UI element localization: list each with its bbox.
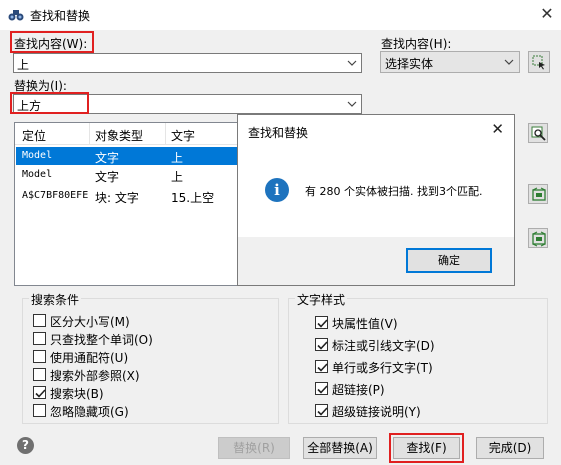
search-conditions-group: 搜索条件 区分大小写(M) 只查找整个单词(O) 使用通配符(U) 搜索外部参照… [22,291,279,424]
checkbox[interactable] [315,316,328,329]
checkbox-label: 标注或引线文字(D) [332,339,435,353]
checkbox-label: 忽略隐藏项(G) [50,405,129,419]
text-types-title: 文字样式 [295,291,348,308]
window-title: 查找和替换 [30,9,91,23]
replace-button[interactable]: 替换(R) [218,437,290,459]
column-divider [89,123,90,145]
create-selection-set-all-button[interactable] [528,228,548,248]
checkbox-label: 超链接(P) [332,383,385,397]
checkbox[interactable] [33,404,46,417]
chevron-down-icon[interactable] [346,57,358,69]
find-value: 上 [17,58,30,72]
checkbox[interactable] [315,382,328,395]
check-icon [317,407,328,416]
checkbox[interactable] [315,338,328,351]
message-text: 有 280 个实体被扫描. 找到3个匹配. [305,185,483,198]
row-type: 文字 [95,170,120,184]
row-text: 上 [171,170,184,184]
zoom-icon [531,126,546,141]
scope-value: 选择实体 [385,57,434,71]
row-location: A$C7BF80EFE [22,190,89,201]
scope-select[interactable]: 选择实体 [380,51,520,73]
message-dialog-title: 查找和替换 [248,126,309,140]
checkbox-label: 超级链接说明(Y) [332,405,421,419]
message-dialog-body: i 有 280 个实体被扫描. 找到3个匹配. [238,151,514,237]
checkbox[interactable] [33,314,46,327]
row-type: 块: 文字 [95,191,139,205]
text-types-group: 文字样式 块属性值(V) 标注或引线文字(D) 单行或多行文字(T) 超链接(P… [288,291,548,424]
row-location: Model [22,169,53,180]
row-text: 上 [171,151,184,165]
select-objects-icon [532,55,545,70]
zoom-to-button[interactable] [528,123,548,143]
select-objects-button[interactable] [528,51,550,73]
search-conditions-title: 搜索条件 [29,291,82,308]
check-icon [317,385,328,394]
checkbox[interactable] [33,350,46,363]
replace-value-highlight [10,92,89,114]
results-header: 定位 对象类型 文字 [15,123,239,145]
column-divider [165,123,166,145]
table-row[interactable]: A$C7BF80EFE 块: 文字 15.上空 [16,187,238,205]
row-location: Model [22,150,53,161]
row-type: 文字 [95,151,120,165]
table-row[interactable]: Model 文字 上 [16,147,238,165]
check-icon [317,319,328,328]
close-icon[interactable]: ✕ [491,120,504,138]
info-icon: i [265,178,289,202]
checkbox-label: 搜索外部参照(X) [50,369,140,383]
check-icon [317,341,328,350]
app-icon [8,10,24,21]
find-input[interactable]: 上 [13,53,362,73]
message-dialog: 查找和替换 ✕ i 有 280 个实体被扫描. 找到3个匹配. 确定 [237,114,515,286]
checkbox-label: 只查找整个单词(O) [50,333,153,347]
title-bar: 查找和替换 ✕ [0,0,561,30]
checkbox-label: 块属性值(V) [332,317,398,331]
checkbox-label: 搜索块(B) [50,387,104,401]
check-icon [317,363,328,372]
checkbox[interactable] [33,368,46,381]
done-button[interactable]: 完成(D) [476,437,544,459]
help-icon[interactable]: ? [17,437,34,454]
checkbox-label: 区分大小写(M) [50,315,130,329]
find-label: 查找内容(W): [14,37,88,51]
close-icon[interactable]: ✕ [537,4,557,24]
chevron-down-icon[interactable] [503,56,515,68]
chevron-down-icon[interactable] [346,98,358,110]
checkbox[interactable] [315,360,328,373]
checkbox[interactable] [315,404,328,417]
row-text: 15.上空 [171,191,215,205]
column-header-location[interactable]: 定位 [22,127,46,144]
replace-all-button[interactable]: 全部替换(A) [303,437,377,459]
checkbox-label: 单行或多行文字(T) [332,361,433,375]
scope-label: 查找内容(H): [381,37,452,51]
column-header-type[interactable]: 对象类型 [95,127,143,144]
checkbox-label: 使用通配符(U) [50,351,129,365]
create-selection-set-button[interactable] [528,184,548,204]
checkbox[interactable] [33,386,46,399]
selection-set-icon [532,187,546,201]
table-row[interactable]: Model 文字 上 [16,166,238,184]
column-header-text[interactable]: 文字 [171,127,195,144]
message-dialog-footer: 确定 [238,237,514,285]
checkbox[interactable] [33,332,46,345]
selection-set-all-icon [532,231,546,247]
ok-button[interactable]: 确定 [406,248,492,273]
check-icon [35,389,46,398]
find-button-highlight [389,433,464,463]
